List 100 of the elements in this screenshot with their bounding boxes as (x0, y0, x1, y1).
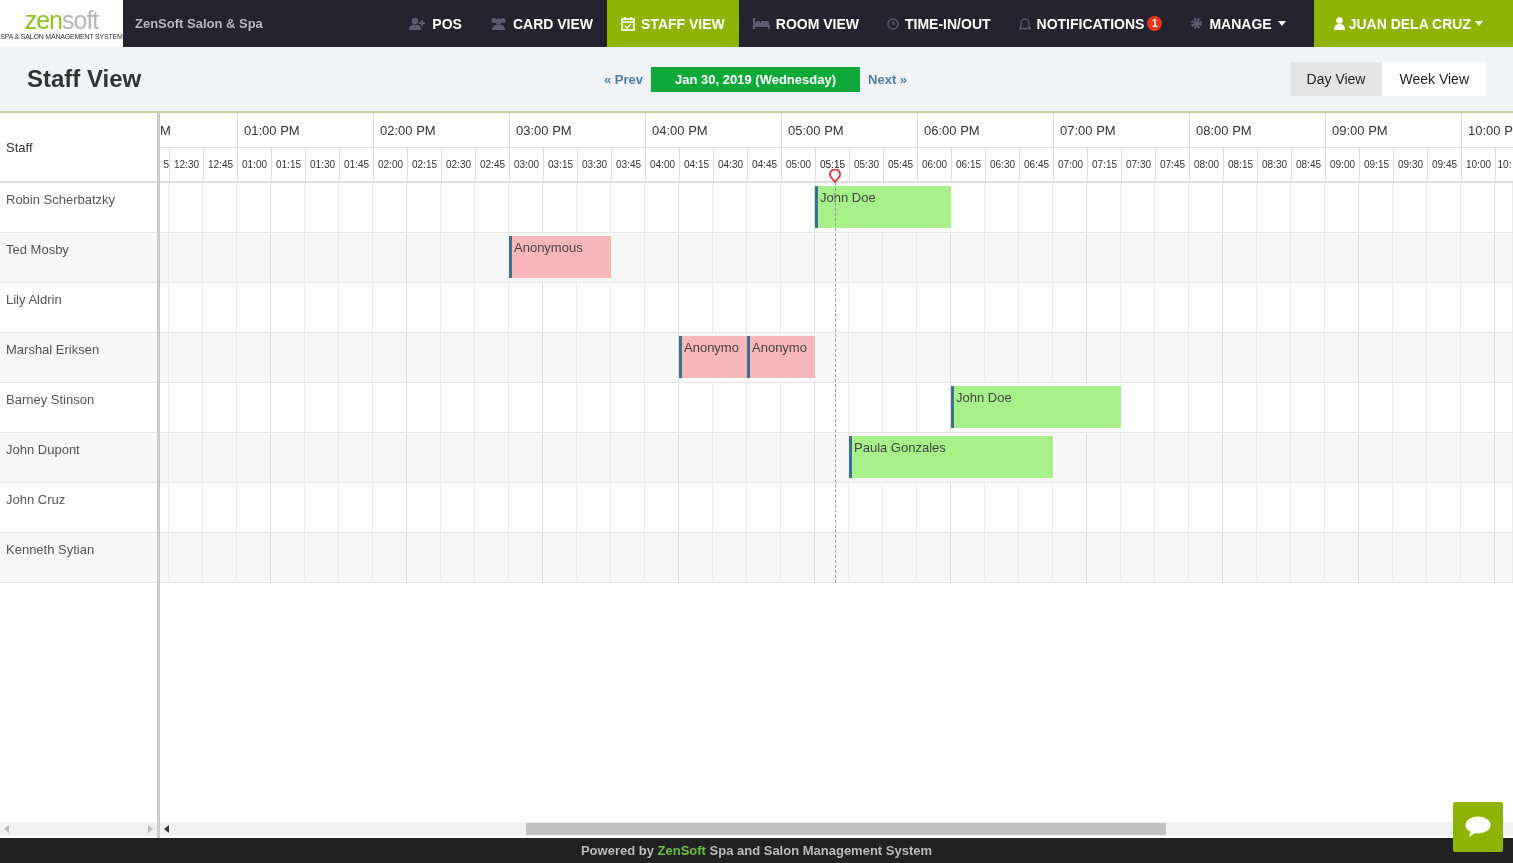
time-slot-label: 08:00 (1189, 148, 1223, 181)
hour-label: 08:00 PM (1196, 122, 1252, 138)
time-slot-label: 10:00 (1461, 148, 1495, 181)
staff-name: Barney Stinson (6, 392, 95, 407)
location-pin-icon (829, 169, 841, 183)
staff-name: Kenneth Sytian (6, 542, 95, 557)
hour-label: 09:00 PM (1332, 122, 1388, 138)
time-slot-label: 06:30 (985, 148, 1019, 181)
time-slot-label: 10: (1495, 148, 1513, 181)
bed-icon (752, 18, 770, 29)
client-name: John Doe (955, 390, 1012, 405)
time-slot-label: 07:15 (1087, 148, 1121, 181)
appointment-cell[interactable] (951, 386, 985, 428)
staff-name: John Dupont (6, 442, 80, 457)
client-name: Paula Gonzales (853, 440, 946, 455)
time-slot-label: 04:45 (747, 148, 781, 181)
scrollbar[interactable] (160, 822, 1513, 836)
staff-name: Marshal Eriksen (6, 342, 100, 357)
time-slot-label: 09:45 (1427, 148, 1461, 181)
time-slot-label: 04:30 (713, 148, 747, 181)
time-slot-label: 03:00 (509, 148, 543, 181)
time-slot-label: 03:15 (543, 148, 577, 181)
hour-label: 04:00 PM (652, 122, 708, 138)
view-tab[interactable]: Day View (1289, 62, 1383, 96)
hour-label: 06:00 PM (924, 122, 980, 138)
chat-button[interactable] (1453, 802, 1503, 852)
time-slot-label: 03:30 (577, 148, 611, 181)
page-title: Staff View (27, 65, 143, 93)
nav-item[interactable]: CARD VIEW (475, 0, 608, 47)
time-slot-label: 02:15 (407, 148, 441, 181)
client-name: Anonymous (513, 240, 583, 255)
time-slot-label: 06:15 (951, 148, 985, 181)
nav-item[interactable]: POS (395, 0, 476, 47)
user-plus-icon (409, 17, 427, 30)
time-slot-label: 02:30 (441, 148, 475, 181)
nav-item[interactable]: ROOM VIEW (738, 0, 873, 47)
chat-bubble-icon (1465, 816, 1491, 838)
time-slot-label: 12:30 (169, 148, 203, 181)
time-slot-label: 09:15 (1359, 148, 1393, 181)
client-name: Anonymo (751, 340, 807, 355)
hour-label: 07:00 PM (1060, 122, 1116, 138)
bell-icon (1018, 17, 1031, 30)
time-slot-label: 05:30 (849, 148, 883, 181)
time-slot-label: 02:00 (373, 148, 407, 181)
users-icon (489, 17, 507, 30)
hour-label: 05:00 PM (788, 122, 844, 138)
time-slot-label: 02:45 (475, 148, 509, 181)
time-slot-label: 01:45 (339, 148, 373, 181)
staff-name: Lily Aldrin (6, 292, 62, 307)
time-slot-label: 07:30 (1121, 148, 1155, 181)
time-slot-label: 01:15 (271, 148, 305, 181)
time-slot-label: 01:00 (237, 148, 271, 181)
time-slot-label: 12:45 (203, 148, 237, 181)
time-slot-label: 07:00 (1053, 148, 1087, 181)
business-name: ZenSoft Salon & Spa (135, 16, 263, 31)
hour-label: 03:00 PM (516, 122, 572, 138)
time-slot-label: 06:00 (917, 148, 951, 181)
nav-item[interactable]: NOTIFICATIONS 1 (1004, 0, 1177, 47)
notification-badge: 1 (1147, 16, 1163, 31)
scroll-left-icon[interactable] (164, 825, 170, 833)
time-slot-label: 09:30 (1393, 148, 1427, 181)
hour-label: 01:00 PM (244, 122, 300, 138)
footer-text: Powered by ZenSoft Spa and Salon Management System (580, 843, 933, 858)
prev-link[interactable]: « Prev (604, 71, 644, 87)
appointment-cell[interactable] (815, 186, 849, 228)
view-tab[interactable]: Week View (1382, 62, 1486, 96)
time-slot-label: 08:45 (1291, 148, 1325, 181)
nav-item[interactable]: MANAGE (1176, 0, 1300, 47)
time-slot-label: 08:15 (1223, 148, 1257, 181)
time-slot-label: 04:00 (645, 148, 679, 181)
hour-label: 02:00 PM (380, 122, 436, 138)
time-slot-label: 03:45 (611, 148, 645, 181)
time-slot-label: 09:00 (1325, 148, 1359, 181)
time-slot-label: 05:00 (781, 148, 815, 181)
time-slot-label: 06:45 (1019, 148, 1053, 181)
next-link[interactable]: Next » (868, 71, 908, 87)
hour-label: 10:00 P (1468, 122, 1513, 138)
appointment-cell[interactable] (917, 186, 951, 228)
staff-name: John Cruz (6, 492, 66, 507)
appointment-cell[interactable] (1019, 436, 1053, 478)
time-slot-label: 08:30 (1257, 148, 1291, 181)
time-slot-label: 5 (162, 158, 169, 172)
settings-icon (1190, 17, 1204, 30)
staff-name: Robin Scherbatzky (6, 192, 116, 207)
hour-label: M (160, 122, 171, 138)
user-icon (1333, 17, 1345, 30)
staff-name: Ted Mosby (6, 242, 69, 257)
client-name: Anonymo (683, 340, 739, 355)
clock-icon (887, 17, 899, 30)
time-slot-label: 04:15 (679, 148, 713, 181)
nav-item[interactable]: TIME-IN/OUT (873, 0, 1005, 47)
time-slot-label: 01:30 (305, 148, 339, 181)
appointment-cell[interactable] (1087, 386, 1121, 428)
scroll-right-icon[interactable] (147, 825, 153, 833)
caret-icon (1475, 21, 1483, 26)
time-slot-label: 05:45 (883, 148, 917, 181)
calendar-check-icon (621, 16, 636, 31)
time-slot-label: 07:45 (1155, 148, 1189, 181)
scrollbar[interactable] (0, 822, 157, 836)
scrollbar-thumb[interactable] (526, 823, 1166, 835)
